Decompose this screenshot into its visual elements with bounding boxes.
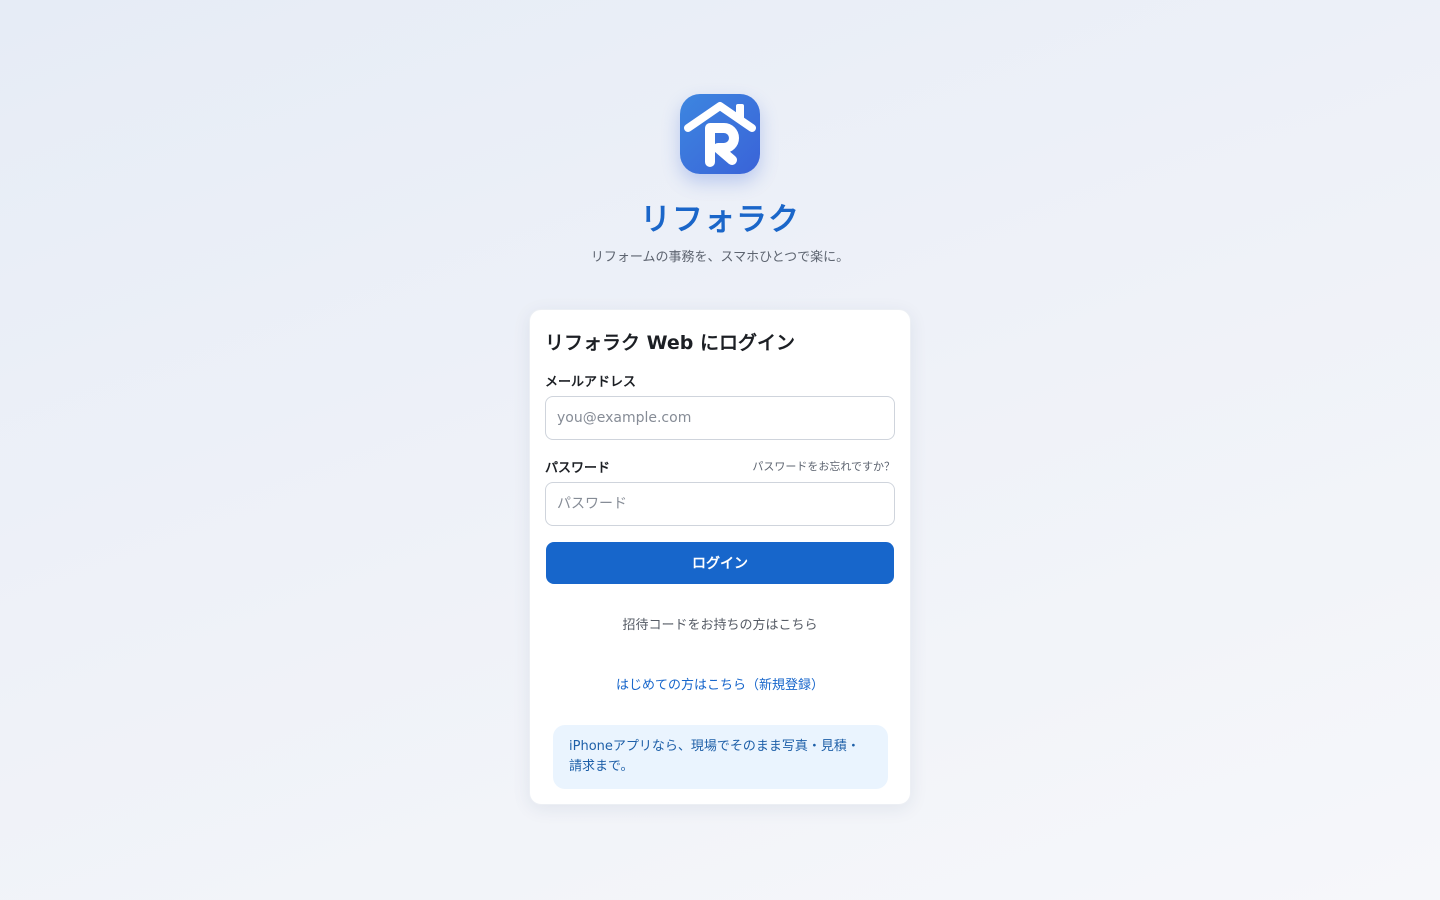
login-title: リフォラク Web にログイン [545, 332, 795, 354]
forgot-password-link[interactable]: パスワードをお忘れですか？ [752, 458, 895, 474]
email-label: メールアドレス [545, 375, 637, 390]
invite-code-link[interactable]: 招待コードをお持ちの方はこちら [530, 614, 910, 633]
password-field[interactable] [545, 482, 895, 526]
login-card: リフォラク Web にログイン メールアドレス パスワード パスワードをお忘れで… [529, 309, 911, 805]
app-name: リフォラク [640, 202, 800, 238]
house-r-logo-icon [680, 94, 760, 174]
brand-header: リフォラク リフォームの事務を、スマホひとつで楽に。 [0, 0, 1440, 267]
password-label: パスワード [545, 461, 611, 476]
tagline: リフォームの事務を、スマホひとつで楽に。 [590, 250, 850, 265]
signup-link[interactable]: はじめての方はこちら（新規登録） [530, 674, 910, 693]
iphone-app-promo: iPhoneアプリなら、現場でそのまま写真・見積・請求まで。 [553, 725, 888, 789]
login-button[interactable]: ログイン [546, 542, 894, 584]
email-field[interactable] [545, 396, 895, 440]
